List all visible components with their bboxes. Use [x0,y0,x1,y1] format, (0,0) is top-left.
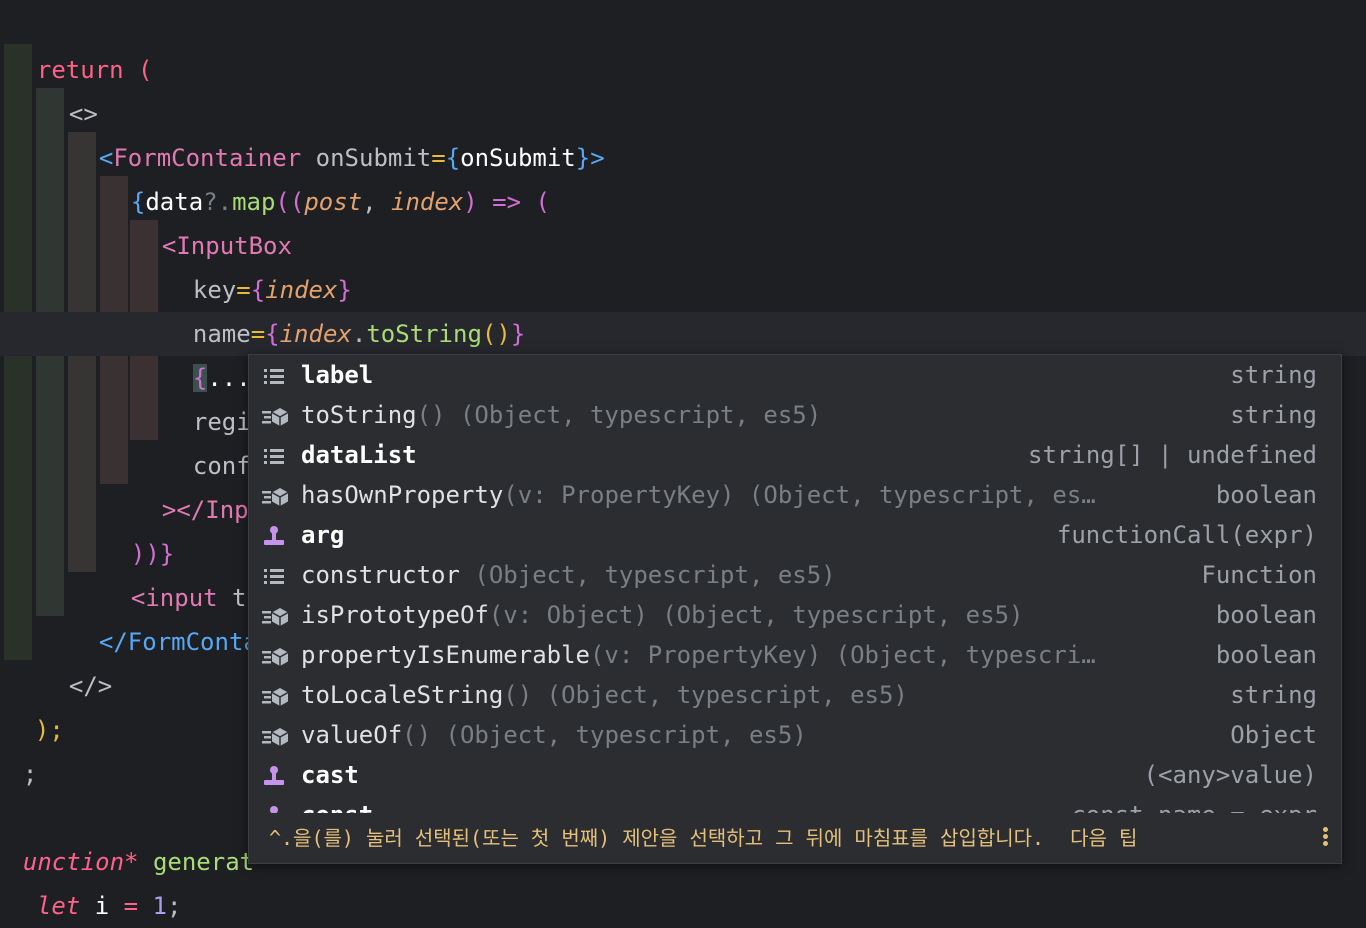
item-label: constructor [301,561,460,589]
code-line-7[interactable]: name={index.toString()} [164,268,525,348]
code-line-5[interactable]: <InputBox [133,180,292,260]
item-label: hasOwnProperty [301,481,504,509]
completion-item[interactable]: toString() (Object, typescript, es5) stri… [249,395,1341,435]
code-line-4[interactable]: {data?.map((post, index) => ( [102,136,550,216]
completion-list[interactable]: label string toString() (Object, typescrip… [249,355,1341,813]
template-icon [261,795,291,813]
template-icon [261,515,291,555]
completion-item-name: label [301,355,373,395]
item-signature: () (Object, typescript, es5) [503,681,908,709]
item-label: label [301,361,374,389]
code-line-3[interactable]: <FormContainer onSubmit={onSubmit}> [70,92,605,172]
code-line-12[interactable]: ))} [102,488,174,568]
completion-item-type: string[] | undefined [1028,441,1317,469]
code-line-17[interactable]: ; [0,708,37,788]
method-icon [261,675,291,715]
completion-item-type: const name = expr [1071,795,1317,813]
completion-item[interactable]: valueOf() (Object, typescript, es5) Objec… [249,715,1341,755]
item-label: toLocaleString [301,681,504,709]
item-label: dataList [301,441,417,469]
method-icon [261,595,291,635]
code-line-18[interactable]: unction* generat [0,796,254,876]
completion-item[interactable]: label string [249,355,1341,395]
completion-item-name: cast [301,755,359,795]
completion-item-name: propertyIsEnumerable(v: PropertyKey) (Ob… [301,635,1096,675]
completion-item-type: string [1230,401,1317,429]
method-icon [261,395,291,435]
field-icon [261,435,291,475]
code-line-6[interactable]: key={index} [164,224,352,304]
item-signature: (v: PropertyKey) (Object, typescript, es… [503,481,1096,509]
completion-item-name: constructor (Object, typescript, es5) [301,555,836,595]
code-line-8[interactable]: {...post.} [164,312,342,394]
completion-item[interactable]: dataList string[] | undefined [249,435,1341,475]
method-icon [261,715,291,755]
completion-item-type: boolean [1215,641,1317,669]
completion-item-type: (<any>value) [1143,761,1317,789]
completion-popup[interactable]: label string toString() (Object, typescrip… [248,354,1342,864]
code-line-15[interactable]: </> [40,620,112,700]
item-signature: () (Object, typescript, es5) [402,721,807,749]
completion-item[interactable]: toLocaleString() (Object, typescript, es… [249,675,1341,715]
item-signature: (v: Object) (Object, typescript, es5) [488,601,1024,629]
item-label: isPrototypeOf [301,601,489,629]
completion-item[interactable]: arg functionCall(expr) [249,515,1341,555]
completion-item-name: toLocaleString() (Object, typescript, es… [301,675,908,715]
completion-item-type: Function [1201,561,1317,589]
field-icon [261,355,291,395]
completion-item-type: string [1230,681,1317,709]
completion-item-type: boolean [1215,601,1317,629]
next-tip-link[interactable]: 다음 팁 [1070,826,1137,850]
completion-item[interactable]: propertyIsEnumerable(v: PropertyKey) (Ob… [249,635,1341,675]
method-icon [261,635,291,675]
completion-item-name: const [301,795,373,813]
completion-footer: ^.을(를) 눌러 선택된(또는 첫 번째) 제안을 선택하고 그 뒤에 마침표… [249,813,1341,863]
completion-item[interactable]: cast (<any>value) [249,755,1341,795]
completion-item-type: string [1230,361,1317,389]
item-label: const [301,801,373,813]
completion-item-name: isPrototypeOf(v: Object) (Object, typesc… [301,595,1023,635]
completion-item-type: boolean [1215,481,1317,509]
completion-item-name: dataList [301,435,417,475]
completion-item-name: hasOwnProperty(v: PropertyKey) (Object, … [301,475,1096,515]
footer-tip-text: ^.을(를) 눌러 선택된(또는 첫 번째) 제안을 선택하고 그 뒤에 마침표… [269,826,1045,850]
completion-item-name: valueOf() (Object, typescript, es5) [301,715,807,755]
method-icon [261,475,291,515]
item-label: propertyIsEnumerable [301,641,590,669]
item-label: valueOf [301,721,403,749]
item-label: cast [301,761,359,789]
item-label: toString [301,401,417,429]
completion-item[interactable]: const const name = expr [249,795,1341,813]
completion-item-name: toString() (Object, typescript, es5) [301,395,821,435]
completion-item[interactable]: hasOwnProperty(v: PropertyKey) (Object, … [249,475,1341,515]
completion-item-type: functionCall(expr) [1056,521,1317,549]
template-icon [261,755,291,795]
code-line-16[interactable]: ); [6,664,64,744]
more-options-icon[interactable] [1321,825,1329,851]
field-icon [261,555,291,595]
code-line-2[interactable]: <> [40,48,98,128]
code-line-1[interactable]: return ( [8,4,153,84]
code-line-14[interactable]: </FormContai [70,576,272,656]
code-line-19[interactable]: let i = 1; [8,840,182,920]
completion-item-name: arg [301,515,344,555]
completion-item-type: Object [1230,721,1317,749]
item-signature: (Object, typescript, es5) [459,561,836,589]
completion-item[interactable]: isPrototypeOf(v: Object) (Object, typesc… [249,595,1341,635]
item-signature: () (Object, typescript, es5) [416,401,822,429]
completion-item[interactable]: constructor (Object, typescript, es5) Fun… [249,555,1341,595]
item-label: arg [301,521,345,549]
item-signature: (v: PropertyKey) (Object, typescri… [589,641,1096,669]
